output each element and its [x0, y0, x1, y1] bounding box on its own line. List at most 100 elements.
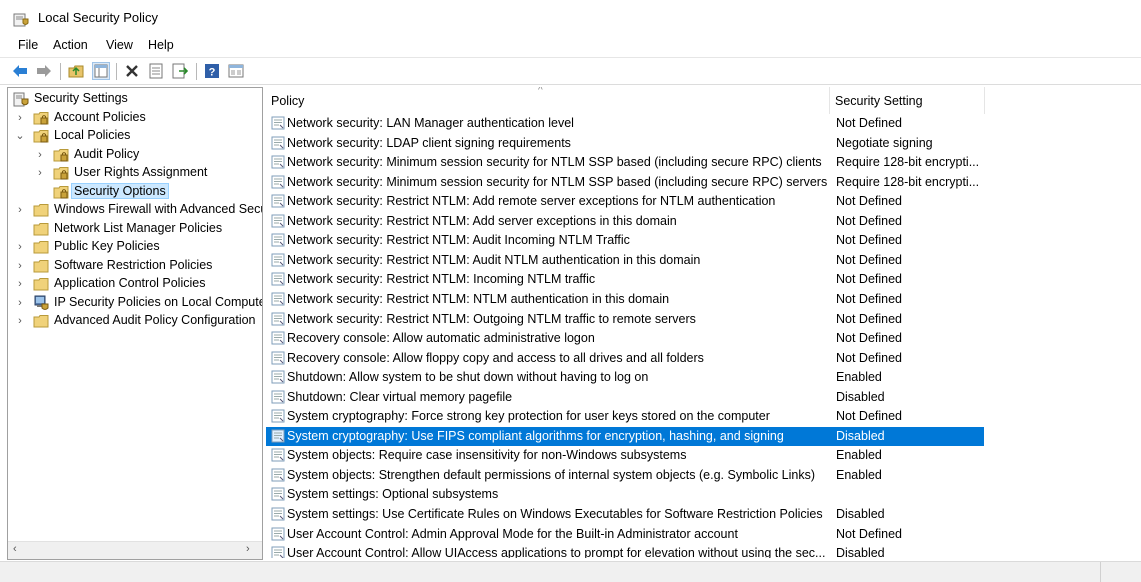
security-setting-value: Not Defined: [836, 194, 903, 209]
tree-item-application-control-policies[interactable]: › Application Control Policies: [8, 275, 262, 293]
security-setting-value: Not Defined: [836, 272, 903, 287]
table-row[interactable]: Network security: LAN Manager authentica…: [266, 114, 984, 134]
tree-item-advanced-audit-policy-configuration[interactable]: › Advanced Audit Policy Configuration: [8, 312, 262, 330]
security-setting-value: Not Defined: [836, 526, 903, 541]
security-setting-value: Not Defined: [836, 213, 903, 228]
policy-name: System settings: Optional subsystems: [287, 487, 499, 502]
security-setting-value: Not Defined: [836, 233, 903, 248]
table-row[interactable]: Network security: LDAP client signing re…: [266, 134, 984, 154]
tree-item-network-list-manager-policies[interactable]: Network List Manager Policies: [8, 220, 262, 238]
policy-name: System cryptography: Use FIPS compliant …: [287, 428, 784, 443]
table-row[interactable]: User Account Control: Allow UIAccess app…: [266, 544, 984, 558]
chevron-right-icon[interactable]: ›: [35, 148, 45, 162]
policy-name: Shutdown: Allow system to be shut down w…: [287, 370, 649, 385]
folder-lock-icon: [53, 184, 69, 200]
tree-item-label: Audit Policy: [74, 146, 140, 161]
table-row[interactable]: System settings: Use Certificate Rules o…: [266, 505, 984, 525]
table-row[interactable]: Network security: Restrict NTLM: Audit I…: [266, 231, 984, 251]
chevron-right-icon[interactable]: ›: [15, 111, 25, 125]
scroll-left-icon[interactable]: ‹: [13, 543, 17, 555]
policy-list[interactable]: Policy ^ Security Setting Network securi…: [266, 87, 1141, 558]
horizontal-scrollbar[interactable]: ‹ ›: [8, 541, 262, 559]
policy-icon: [271, 390, 285, 404]
table-row[interactable]: Network security: Restrict NTLM: NTLM au…: [266, 290, 984, 310]
table-row[interactable]: Recovery console: Allow automatic admini…: [266, 329, 984, 349]
tree-item-audit-policy[interactable]: › Audit Policy: [8, 146, 262, 164]
table-row[interactable]: System settings: Optional subsystems: [266, 485, 984, 505]
policy-name: Network security: LDAP client signing re…: [287, 135, 571, 150]
table-row[interactable]: Network security: Minimum session securi…: [266, 153, 984, 173]
delete-icon[interactable]: [123, 62, 141, 80]
policy-icon: [271, 116, 285, 130]
back-arrow-icon[interactable]: [11, 62, 29, 80]
show-hide-tree-icon[interactable]: [92, 62, 110, 80]
table-row[interactable]: Shutdown: Allow system to be shut down w…: [266, 368, 984, 388]
security-setting-value: Disabled: [836, 428, 885, 443]
chevron-right-icon[interactable]: ›: [15, 259, 25, 273]
chevron-right-icon[interactable]: ›: [35, 166, 45, 180]
table-row[interactable]: Network security: Restrict NTLM: Add rem…: [266, 192, 984, 212]
security-setting-value: Not Defined: [836, 331, 903, 346]
table-row[interactable]: Shutdown: Clear virtual memory pagefile D…: [266, 388, 984, 408]
table-row[interactable]: Network security: Restrict NTLM: Add ser…: [266, 212, 984, 232]
column-header-security-setting[interactable]: Security Setting: [830, 87, 985, 114]
table-row[interactable]: System objects: Strengthen default permi…: [266, 466, 984, 486]
tree-item-security-options[interactable]: Security Options: [8, 182, 262, 201]
menu-help[interactable]: Help: [148, 38, 174, 52]
console-tree[interactable]: Security Settings › Account Policies ⌄ Local…: [7, 87, 263, 560]
help-icon[interactable]: ?: [203, 62, 221, 80]
tree-item-public-key-policies[interactable]: › Public Key Policies: [8, 238, 262, 256]
policy-icon: [271, 331, 285, 345]
up-folder-icon[interactable]: [67, 62, 85, 80]
security-setting-value: Not Defined: [836, 116, 903, 130]
tree-item-label: IP Security Policies on Local Compute: [54, 294, 263, 309]
chevron-right-icon[interactable]: ›: [15, 314, 25, 328]
policy-icon: [271, 429, 285, 443]
chevron-right-icon[interactable]: ›: [15, 277, 25, 291]
policy-icon: [271, 351, 285, 365]
tree-item-windows-firewall-with-advanced-secu[interactable]: › Windows Firewall with Advanced Secu: [8, 201, 262, 219]
tree-item-software-restriction-policies[interactable]: › Software Restriction Policies: [8, 257, 262, 275]
tree-item-security-settings[interactable]: Security Settings: [8, 90, 262, 108]
folder-icon: [33, 276, 49, 292]
menu-view[interactable]: View: [106, 38, 133, 52]
export-list-icon[interactable]: [171, 62, 189, 80]
folder-lock-icon: [33, 110, 49, 126]
toolbar: ?: [0, 58, 1141, 85]
table-row[interactable]: System cryptography: Force strong key pr…: [266, 407, 984, 427]
forward-arrow-icon[interactable]: [35, 62, 53, 80]
table-row[interactable]: Recovery console: Allow floppy copy and …: [266, 349, 984, 369]
chevron-right-icon[interactable]: ›: [15, 296, 25, 310]
table-row[interactable]: Network security: Minimum session securi…: [266, 173, 984, 193]
security-setting-value: Negotiate signing: [836, 135, 933, 150]
chevron-down-icon[interactable]: ⌄: [15, 129, 25, 143]
scroll-right-icon[interactable]: ›: [246, 543, 250, 555]
column-header-policy[interactable]: Policy: [266, 87, 830, 114]
table-row[interactable]: User Account Control: Admin Approval Mod…: [266, 525, 984, 545]
properties-icon[interactable]: [147, 62, 165, 80]
chevron-right-icon[interactable]: ›: [15, 240, 25, 254]
table-row[interactable]: Network security: Restrict NTLM: Outgoin…: [266, 310, 984, 330]
security-setting-value: Disabled: [836, 546, 885, 558]
policy-name: Network security: Restrict NTLM: Audit I…: [287, 233, 630, 248]
folder-lock-icon: [53, 165, 69, 181]
tree-item-user-rights-assignment[interactable]: › User Rights Assignment: [8, 164, 262, 182]
menu-action[interactable]: Action: [53, 38, 88, 52]
tree-item-account-policies[interactable]: › Account Policies: [8, 109, 262, 127]
policy-icon: [271, 487, 285, 501]
table-row[interactable]: Network security: Restrict NTLM: Incomin…: [266, 270, 984, 290]
folder-icon: [33, 221, 49, 237]
chevron-right-icon[interactable]: ›: [15, 203, 25, 217]
table-row[interactable]: Network security: Restrict NTLM: Audit N…: [266, 251, 984, 271]
tree-item-ip-security-policies-on-local-compute[interactable]: › IP Security Policies on Local Compute: [8, 294, 262, 312]
console-tree-icon[interactable]: [227, 62, 245, 80]
table-row[interactable]: System cryptography: Use FIPS compliant …: [266, 426, 984, 447]
security-setting-value: Enabled: [836, 370, 882, 385]
menu-file[interactable]: File: [18, 38, 38, 52]
security-setting-value: Disabled: [836, 507, 885, 521]
tree-item-label: Security Settings: [34, 91, 128, 105]
policy-name: Network security: Restrict NTLM: Add ser…: [287, 213, 677, 228]
tree-item-local-policies[interactable]: ⌄ Local Policies: [8, 127, 262, 145]
policy-icon: [271, 546, 285, 558]
table-row[interactable]: System objects: Require case insensitivi…: [266, 446, 984, 466]
